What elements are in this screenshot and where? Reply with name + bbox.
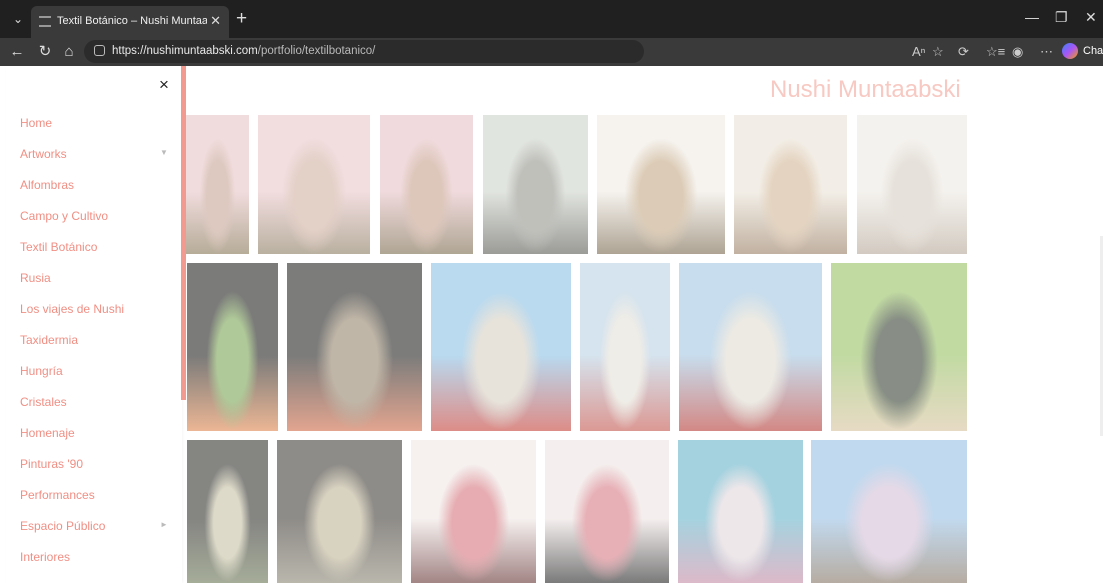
- site-title[interactable]: Nushi Muntaabski: [770, 76, 961, 104]
- close-tab-icon[interactable]: ✕: [210, 13, 221, 29]
- sidebar-item-rusia[interactable]: Rusia: [20, 271, 51, 291]
- url-path: /portfolio/textilbotanico/: [257, 45, 376, 57]
- minimize-icon[interactable]: —: [1025, 9, 1039, 25]
- new-tab-button[interactable]: +: [236, 8, 247, 30]
- read-aloud-icon[interactable]: Aⁿ: [912, 43, 925, 61]
- sidebar-item-label: Interiores: [20, 550, 71, 564]
- sidebar-item-label: Artworks: [20, 147, 67, 161]
- tab-title: Textil Botánico – Nushi Muntaabski: [57, 15, 207, 27]
- photo-print-closeup[interactable]: [734, 115, 847, 254]
- sidebar-item-espacio-publico[interactable]: Espacio Público ►: [20, 519, 168, 539]
- home-icon[interactable]: ⌂: [60, 43, 78, 61]
- browser-tab-bar: ⌄ Textil Botánico – Nushi Muntaabski ✕ +…: [0, 0, 1103, 38]
- copilot-icon[interactable]: [1062, 43, 1078, 59]
- sidebar-item-label: Espacio Público: [20, 519, 106, 533]
- sidebar-item-hungria[interactable]: Hungría: [20, 364, 63, 384]
- back-arrow-icon[interactable]: ←: [8, 43, 26, 61]
- sidebar-item-label: Taxidermia: [20, 333, 79, 347]
- web-page: Nushi Muntaabski × Home Artworks ▼ Alfomb…: [0, 66, 1103, 583]
- sidebar-item-campo-y-cultivo[interactable]: Campo y Cultivo: [20, 209, 108, 229]
- url-domain: https://nushimuntaabski.com: [112, 45, 258, 57]
- sidebar-item-interiores[interactable]: Interiores: [20, 550, 70, 570]
- lock-icon[interactable]: [94, 45, 105, 56]
- favorite-star-icon[interactable]: ☆: [932, 43, 944, 61]
- sidebar-item-label: Los viajes de Nushi: [20, 302, 125, 316]
- photo-pink-leaf-dress[interactable]: [411, 440, 536, 583]
- sidebar-item-pinturas-90[interactable]: Pinturas '90: [20, 457, 83, 477]
- sidebar-item-label: Home: [20, 116, 53, 130]
- sidebar-item-textil-botanico[interactable]: Textil Botánico: [20, 240, 97, 260]
- address-bar[interactable]: https://nushimuntaabski.com/portfolio/te…: [84, 40, 644, 63]
- photo-dark-cape-hall[interactable]: [277, 440, 402, 583]
- extensions-icon[interactable]: ⟳: [958, 43, 969, 61]
- sidebar-item-label: Hungría: [20, 364, 63, 378]
- photo-pink-cape-window[interactable]: [678, 440, 803, 583]
- sidebar-item-alfombras[interactable]: Alfombras: [20, 178, 74, 198]
- photo-pink-cape-desert-arms[interactable]: [258, 115, 370, 254]
- photo-white-cape-pool[interactable]: [431, 263, 571, 431]
- browser-tab[interactable]: Textil Botánico – Nushi Muntaabski ✕: [31, 6, 229, 38]
- address-toolbar: ← ↻ ⌂ https://nushimuntaabski.com/portfo…: [0, 38, 1103, 66]
- profile-avatar-icon[interactable]: ◉: [1012, 43, 1023, 61]
- sidebar-item-label: Performances: [20, 488, 95, 502]
- sidebar-accent-bar: [181, 66, 186, 400]
- sidebar-item-label: Textil Botánico: [20, 240, 98, 254]
- photo-dark-cape-vineyard[interactable]: [831, 263, 967, 431]
- photo-pink-cape-desert-front[interactable]: [186, 115, 249, 254]
- photo-pink-cape-desert-back[interactable]: [380, 115, 473, 254]
- url-text: https://nushimuntaabski.com/portfolio/te…: [112, 45, 375, 57]
- sidebar-item-home[interactable]: Home: [20, 116, 52, 136]
- chevron-right-icon[interactable]: ►: [160, 520, 168, 529]
- chat-button-label[interactable]: Chat: [1083, 45, 1103, 57]
- photo-lavender-cape-terrace[interactable]: [811, 440, 967, 583]
- chevron-down-icon[interactable]: ▼: [160, 148, 168, 157]
- sidebar-item-label: Pinturas '90: [20, 457, 83, 471]
- sidebar-item-label: Rusia: [20, 271, 51, 285]
- sidebar-item-label: Homenaje: [20, 426, 75, 440]
- sidebar-menu: × Home Artworks ▼ Alfombras Campo y Culti…: [6, 66, 182, 583]
- photo-black-cape-artichoke-front[interactable]: [187, 263, 278, 431]
- sidebar-item-label: Campo y Cultivo: [20, 209, 109, 223]
- sidebar-item-label: Alfombras: [20, 178, 75, 192]
- photo-pink-leaf-detail[interactable]: [545, 440, 669, 583]
- more-menu-icon[interactable]: ⋯: [1040, 43, 1053, 61]
- close-menu-icon[interactable]: ×: [159, 75, 169, 95]
- tab-actions-menu-icon[interactable]: ⌄: [8, 11, 28, 27]
- sidebar-item-artworks[interactable]: Artworks ▼: [20, 147, 168, 167]
- photo-fabric-drape[interactable]: [857, 115, 967, 254]
- favorites-list-icon[interactable]: ☆≡: [986, 43, 1005, 61]
- photo-white-cape-red-print[interactable]: [679, 263, 822, 431]
- close-window-icon[interactable]: ✕: [1085, 9, 1097, 26]
- favicon-icon: [39, 16, 51, 27]
- photo-dark-dress-window[interactable]: [483, 115, 588, 254]
- photo-dark-print-detail[interactable]: [187, 440, 268, 583]
- photo-black-cape-artichoke-back[interactable]: [287, 263, 422, 431]
- refresh-icon[interactable]: ↻: [36, 43, 54, 61]
- sidebar-item-cristales[interactable]: Cristales: [20, 395, 67, 415]
- photo-white-cape-standing[interactable]: [580, 263, 670, 431]
- sidebar-item-label: Cristales: [20, 395, 67, 409]
- sidebar-item-performances[interactable]: Performances: [20, 488, 95, 508]
- photo-white-cape-garden[interactable]: [597, 115, 725, 254]
- restore-icon[interactable]: ❐: [1055, 9, 1068, 26]
- sidebar-item-homenaje[interactable]: Homenaje: [20, 426, 75, 446]
- sidebar-item-taxidermia[interactable]: Taxidermia: [20, 333, 78, 353]
- sidebar-item-los-viajes-de-nushi[interactable]: Los viajes de Nushi: [20, 302, 124, 322]
